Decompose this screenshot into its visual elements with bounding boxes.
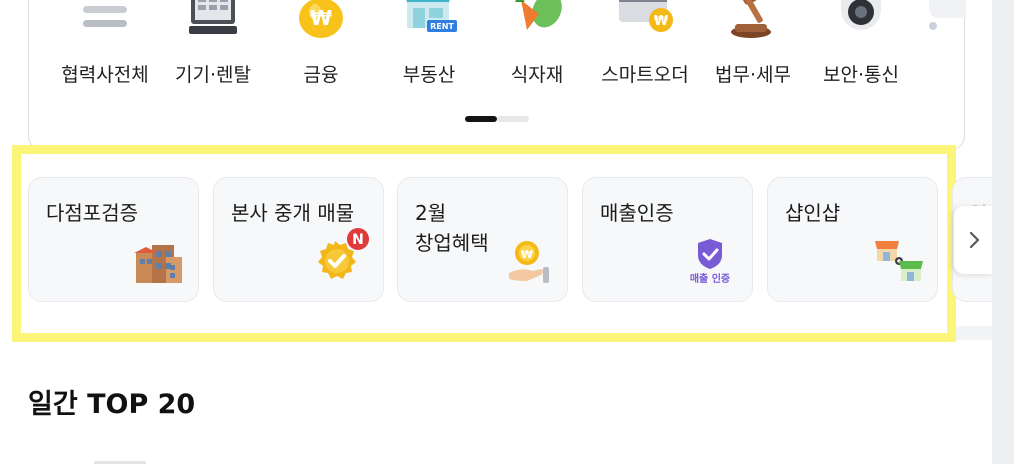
feature-title: 본사 중개 매물 bbox=[231, 201, 355, 225]
section-divider bbox=[956, 326, 992, 340]
svg-text:₩: ₩ bbox=[654, 14, 669, 29]
shop-in-shop-icon bbox=[875, 241, 923, 281]
svg-text:RENT: RENT bbox=[430, 22, 454, 31]
svg-text:₩: ₩ bbox=[310, 6, 332, 30]
cctv-camera-icon bbox=[841, 0, 881, 30]
feature-title: 다점포검증 bbox=[46, 201, 138, 225]
shield-check-icon: 매출 인증 bbox=[690, 239, 730, 285]
new-badge: N bbox=[352, 232, 364, 248]
feature-card-shop-in-shop[interactable]: 샵인샵 bbox=[767, 177, 938, 302]
store-rent-icon: RENT bbox=[406, 0, 457, 32]
category-label: 협력사전체 bbox=[61, 64, 149, 86]
money-bag-icon: ₩ bbox=[299, 0, 343, 38]
pager-dot-active[interactable] bbox=[465, 116, 497, 122]
category-label: 법무·세무 bbox=[715, 64, 791, 86]
category-label: 부동산 bbox=[402, 64, 456, 86]
carousel-pager[interactable] bbox=[465, 116, 529, 122]
svg-text:₩: ₩ bbox=[521, 248, 533, 261]
pos-terminal-icon bbox=[189, 0, 237, 34]
scrollbar[interactable] bbox=[992, 0, 1014, 464]
pager-dot[interactable] bbox=[497, 116, 529, 122]
coin-hand-icon: ₩ bbox=[509, 241, 549, 283]
category-label: 금융 bbox=[303, 64, 339, 86]
gavel-icon bbox=[731, 0, 771, 38]
card-payment-icon: ₩ bbox=[619, 0, 673, 32]
list-icon bbox=[83, 6, 127, 27]
feature-title: 매출인증 bbox=[600, 201, 674, 225]
feature-card-multi-store[interactable]: 다점포검증 bbox=[28, 177, 199, 302]
feature-card-startup-benefit[interactable]: 2월 창업혜택 ₩ bbox=[397, 177, 568, 302]
feature-title: 샵인샵 bbox=[785, 201, 841, 225]
vegetables-icon bbox=[515, 0, 562, 30]
buildings-icon bbox=[134, 245, 182, 283]
feature-card-sales-verification[interactable]: 매출인증 매출 인증 bbox=[582, 177, 753, 302]
next-arrow-button[interactable] bbox=[954, 206, 994, 274]
category-label: 스마트오더 bbox=[601, 64, 689, 86]
category-label: 기기·렌탈 bbox=[175, 64, 251, 86]
chevron-right-icon bbox=[969, 231, 980, 249]
verified-badge-icon: N bbox=[318, 228, 369, 279]
page: 협력사전체 기기·렌탈 ₩ 금융 RENT 부동산 식자재 ₩ 스마트오더 법무… bbox=[0, 0, 994, 464]
section-title: 일간 TOP 20 bbox=[28, 389, 196, 420]
category-label: 보안·통신 bbox=[823, 64, 899, 86]
icon-caption: 매출 인증 bbox=[690, 272, 730, 285]
category-label: 식자재 bbox=[510, 64, 564, 86]
category-item-operations[interactable]: 운영 bbox=[919, 0, 966, 40]
feature-card-hq-listings[interactable]: 본사 중개 매물 N bbox=[213, 177, 384, 302]
feature-title: 2월 창업혜택 bbox=[415, 201, 489, 255]
category-carousel: 협력사전체 기기·렌탈 ₩ 금융 RENT 부동산 식자재 ₩ 스마트오더 법무… bbox=[28, 0, 966, 150]
operations-icon bbox=[929, 0, 966, 30]
